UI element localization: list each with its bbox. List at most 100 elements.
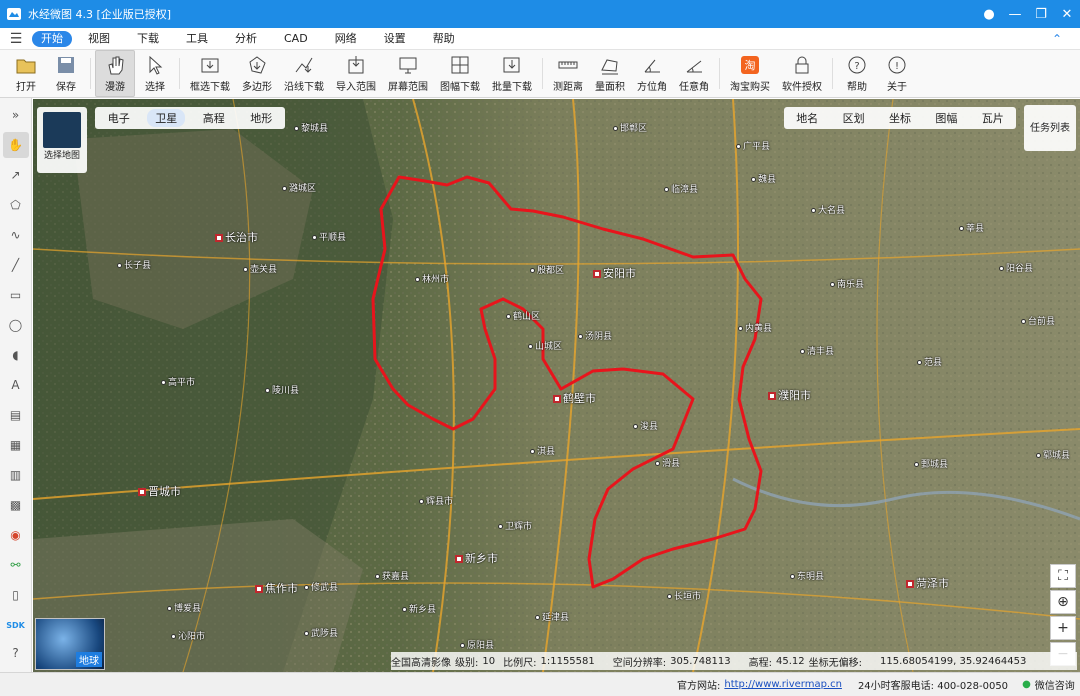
map-type-electronic[interactable]: 电子: [100, 109, 138, 127]
place-name: 林州市: [422, 275, 450, 285]
help-side-icon[interactable]: ?: [3, 640, 29, 666]
phone-tool-icon[interactable]: ▯: [3, 582, 29, 608]
collapse-ribbon-icon[interactable]: ⌃: [1052, 32, 1062, 46]
place-marker-icon: [530, 268, 535, 273]
toolbar-line-download-button[interactable]: 沿线下载: [278, 50, 330, 97]
wechat-icon[interactable]: ●: [1022, 679, 1031, 690]
toolbar-grid-button[interactable]: 图幅下载: [434, 50, 486, 97]
zoom-in-button[interactable]: +: [1050, 616, 1076, 640]
globe-tool-icon[interactable]: ◉: [3, 522, 29, 548]
rectangle-tool-icon[interactable]: ▭: [3, 282, 29, 308]
menu-network[interactable]: 网络: [324, 31, 368, 47]
place-marker-icon: [243, 267, 248, 272]
place-label: 获嘉县: [375, 569, 409, 582]
layer-tiles[interactable]: 瓦片: [982, 110, 1004, 126]
sector-tool-icon[interactable]: ◖: [3, 342, 29, 368]
place-label: 林州市: [415, 272, 449, 285]
toolbar-angle-button[interactable]: 任意角: [673, 50, 715, 97]
place-marker-icon: [664, 187, 669, 192]
layer-divisions[interactable]: 区划: [843, 110, 865, 126]
polyline-tool-icon[interactable]: ∿: [3, 222, 29, 248]
line-download-icon: [293, 54, 315, 76]
minimize-button[interactable]: —: [1002, 0, 1028, 28]
toolbar-ruler-button[interactable]: 测距离: [547, 50, 589, 97]
toolbar-azimuth-button[interactable]: 方位角: [631, 50, 673, 97]
toolbar-help-button[interactable]: ? 帮助: [837, 50, 877, 97]
menu-cad[interactable]: CAD: [273, 31, 319, 47]
toolbar-label: 关于: [887, 82, 907, 93]
wechat-label[interactable]: 微信咨询: [1035, 677, 1075, 692]
fullscreen-icon[interactable]: ⛶: [1050, 564, 1076, 588]
menu-download[interactable]: 下载: [126, 31, 170, 47]
toolbar-batch-button[interactable]: 批量下载: [486, 50, 538, 97]
toolbar-label: 沿线下载: [284, 82, 324, 93]
menu-settings[interactable]: 设置: [373, 31, 417, 47]
toolbar-lock-button[interactable]: 软件授权: [776, 50, 828, 97]
level-value: 10: [482, 655, 496, 667]
select-tool-icon[interactable]: ↗: [3, 162, 29, 188]
place-label: 大名县: [811, 203, 845, 216]
locate-icon[interactable]: ⊕: [1050, 590, 1076, 614]
hand-tool-icon[interactable]: ✋: [2, 132, 29, 158]
link-tool-icon[interactable]: ⚯: [3, 552, 29, 578]
place-name: 东明县: [797, 572, 825, 582]
menu-analysis[interactable]: 分析: [224, 31, 268, 47]
map-view[interactable]: 安阳市 鹤壁市 濮阳市 长治市 晋城市 新乡市 焦作市 菏泽市 林州市 鹤山区 山城区 汤阴县 内黄县浚…: [33, 99, 1080, 672]
place-label: 内黄县: [738, 321, 772, 334]
toolbar-label: 淘宝购买: [730, 82, 770, 93]
toolbar-info-button[interactable]: ! 关于: [877, 50, 917, 97]
map-type-elevation[interactable]: 高程: [195, 109, 233, 127]
menu-help[interactable]: 帮助: [422, 31, 466, 47]
toolbar-folder-button[interactable]: 打开: [6, 50, 46, 97]
ruler-tool-icon[interactable]: ▤: [3, 402, 29, 428]
toolbar-polygon-button[interactable]: 多边形: [236, 50, 278, 97]
ribbon-toolbar: 打开 保存 漫游 选择 框选下载 多边形 沿线下载 导入范围 屏幕范围 图幅下载 批量下载 测距离 量面…: [0, 50, 1080, 98]
menu-view[interactable]: 视图: [77, 31, 121, 47]
place-marker-icon: [535, 615, 540, 620]
place-marker-icon: [830, 282, 835, 287]
restore-button[interactable]: ❐: [1028, 0, 1054, 28]
circle-tool-icon[interactable]: ◯: [3, 312, 29, 338]
close-button[interactable]: ✕: [1054, 0, 1080, 28]
layer-placenames[interactable]: 地名: [796, 110, 818, 126]
layer-coordinates[interactable]: 坐标: [889, 110, 911, 126]
site-link[interactable]: http://www.rivermap.cn: [724, 679, 842, 690]
place-name: 清丰县: [807, 347, 835, 357]
layer-sheets[interactable]: 图幅: [935, 110, 957, 126]
user-icon[interactable]: ●: [976, 0, 1002, 28]
polygon-tool-icon[interactable]: ⬠: [3, 192, 29, 218]
azimuth-icon: [641, 54, 663, 76]
text-tool-icon[interactable]: A: [3, 372, 29, 398]
toolbar-taobao-button[interactable]: 淘淘宝购买: [724, 50, 776, 97]
place-label: 台前县: [1021, 314, 1055, 327]
place-marker-icon: [1036, 453, 1041, 458]
menu-tools[interactable]: 工具: [175, 31, 219, 47]
toolbar-hand-button[interactable]: 漫游: [95, 50, 135, 97]
toolbar-cursor-button[interactable]: 选择: [135, 50, 175, 97]
print-tool-icon[interactable]: ▩: [3, 492, 29, 518]
pick-map-button[interactable]: 选择地图: [37, 107, 87, 173]
globe-view-button[interactable]: 地球: [35, 618, 105, 670]
toolbar-label: 方位角: [637, 82, 667, 93]
toolbar-area-button[interactable]: 量面积: [589, 50, 631, 97]
batch-icon: [501, 54, 523, 76]
toolbar-screen-button[interactable]: 屏幕范围: [382, 50, 434, 97]
place-name: 晋城市: [148, 485, 181, 498]
toolbar-import-button[interactable]: 导入范围: [330, 50, 382, 97]
place-name: 阳谷县: [1006, 264, 1034, 274]
sdk-icon[interactable]: SDK: [3, 612, 29, 638]
elevation-tool-icon[interactable]: ▥: [3, 462, 29, 488]
left-toolbar: » ✋ ↗ ⬠ ∿ ╱ ▭ ◯ ◖ A ▤ ▦ ▥ ▩ ◉ ⚯ ▯ SDK ?: [0, 98, 32, 672]
map-type-terrain[interactable]: 地形: [242, 109, 280, 127]
hamburger-menu-icon[interactable]: ☰: [0, 31, 32, 47]
toolbar-box-download-button[interactable]: 框选下载: [184, 50, 236, 97]
map-type-satellite[interactable]: 卫星: [147, 109, 186, 127]
area-tool-icon[interactable]: ╱: [3, 252, 29, 278]
task-list-button[interactable]: 任务列表: [1024, 105, 1076, 151]
toolbar-separator: [832, 58, 833, 89]
layer-tool-icon[interactable]: ▦: [3, 432, 29, 458]
menu-start[interactable]: 开始: [32, 30, 72, 47]
expand-panel-icon[interactable]: »: [3, 102, 29, 128]
toolbar-save-button[interactable]: 保存: [46, 50, 86, 97]
place-name: 郓城县: [1043, 451, 1071, 461]
